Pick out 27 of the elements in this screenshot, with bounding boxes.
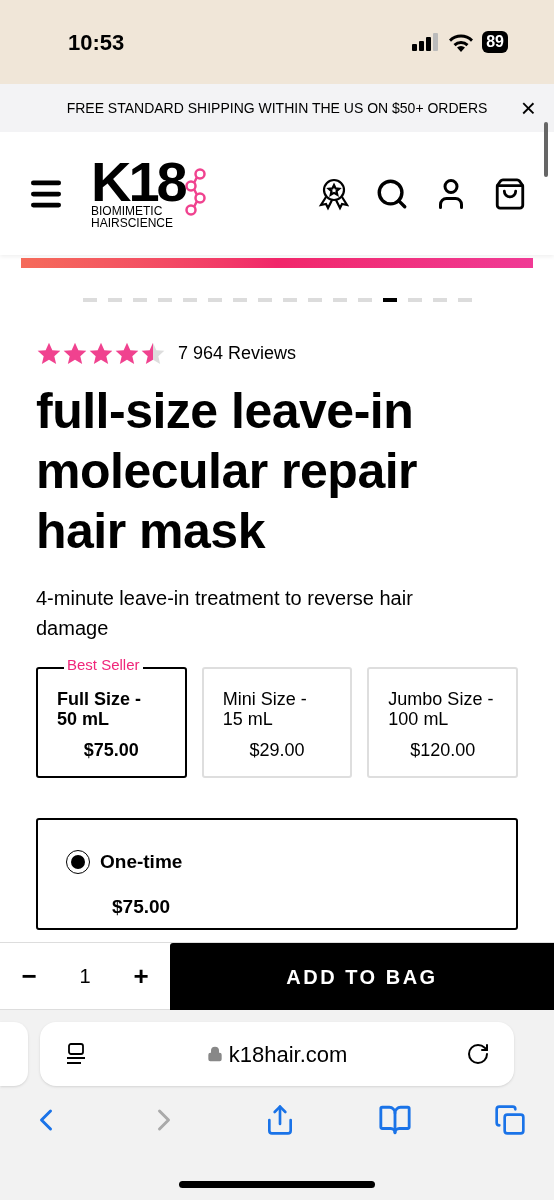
status-time: 10:53 — [68, 28, 125, 57]
review-count[interactable]: 7 964 Reviews — [178, 340, 297, 367]
battery-icon: 89 — [482, 31, 508, 53]
award-icon[interactable] — [317, 176, 351, 211]
reader-icon[interactable] — [64, 1042, 88, 1066]
scrollbar — [544, 122, 548, 177]
product-subtitle: 4-minute leave-in treatment to reverse hair damage — [36, 586, 414, 641]
announcement-text: FREE STANDARD SHIPPING WITHIN THE US ON $50+ ORDERS — [66, 98, 488, 118]
url-text: k18hair.com — [228, 1040, 348, 1069]
option-label: One-time — [100, 850, 183, 874]
wifi-icon — [448, 32, 475, 52]
decrease-button[interactable]: − — [21, 956, 37, 996]
increase-button[interactable]: + — [133, 956, 149, 996]
previous-tab-edge[interactable] — [0, 1022, 28, 1086]
lock-icon — [206, 1046, 223, 1062]
bookmarks-icon[interactable] — [378, 1103, 412, 1137]
signal-icon — [412, 33, 441, 51]
purchase-option[interactable]: One-time $75.00 — [36, 818, 518, 930]
add-to-bag-button[interactable]: ADD TO BAG — [170, 943, 554, 1010]
tabs-icon[interactable] — [494, 1104, 526, 1136]
close-button[interactable]: × — [520, 95, 536, 121]
option-price: $75.00 — [112, 894, 172, 919]
product-title: full-size leave-in molecular repair hair mask — [36, 382, 419, 561]
bag-icon[interactable] — [493, 176, 527, 211]
quantity-value: 1 — [79, 964, 91, 989]
reload-icon[interactable] — [466, 1042, 490, 1066]
address-bar[interactable]: k18hair.com — [40, 1022, 514, 1086]
